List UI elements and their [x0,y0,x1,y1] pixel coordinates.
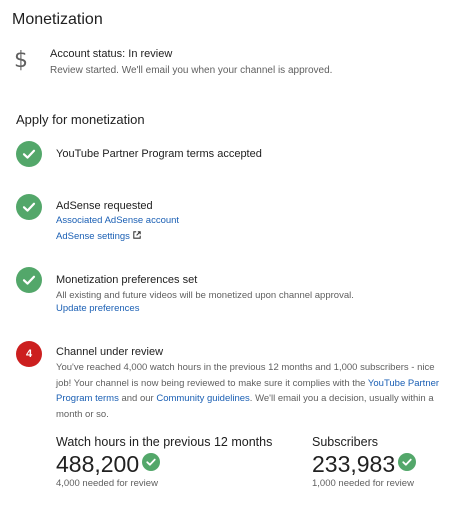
step-number-badge: 4 [16,341,42,367]
step-terms-title: YouTube Partner Program terms accepted [56,148,262,160]
associated-adsense-link[interactable]: Associated AdSense account [56,215,179,226]
subscribers-value: 233,983 [312,451,396,477]
community-guidelines-link[interactable]: Community guidelines [156,393,249,404]
step-preferences-description: All existing and future videos will be m… [56,290,354,301]
step-review-description: You've reached 4,000 watch hours in the … [56,360,441,422]
account-status-title: Account status: In review [50,48,173,60]
account-status-subtitle: Review started. We'll email you when you… [50,65,333,76]
review-text-part: and our [118,393,157,404]
subscribers-note: 1,000 needed for review [312,478,414,489]
step-adsense-title: AdSense requested [56,200,153,212]
subscribers-label: Subscribers [312,435,378,449]
check-icon [16,267,42,293]
step-preferences-title: Monetization preferences set [56,274,198,286]
check-icon [398,453,416,471]
step-review-title: Channel under review [56,346,164,358]
watch-hours-note: 4,000 needed for review [56,478,158,489]
watch-hours-label: Watch hours in the previous 12 months [56,435,273,449]
update-preferences-link[interactable]: Update preferences [56,303,139,314]
check-icon [142,453,160,471]
page-title: Monetization [12,11,103,28]
adsense-settings-label: AdSense settings [56,231,130,242]
section-title: Apply for monetization [16,112,145,127]
dollar-icon: $ [14,48,28,73]
watch-hours-value: 488,200 [56,451,140,477]
check-icon [16,141,42,167]
adsense-settings-link[interactable]: AdSense settings [56,231,141,242]
external-link-icon [133,231,141,239]
check-icon [16,194,42,220]
